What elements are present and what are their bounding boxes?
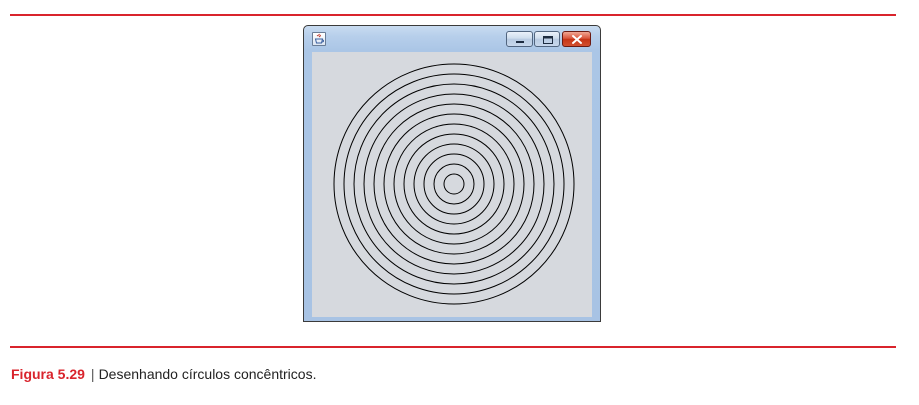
app-window[interactable] bbox=[303, 25, 601, 322]
circle-3 bbox=[423, 153, 485, 215]
close-button[interactable] bbox=[562, 31, 591, 47]
concentric-circles bbox=[333, 63, 575, 305]
minimize-button[interactable] bbox=[506, 31, 533, 47]
figure-label: Figura 5.29 bbox=[11, 366, 85, 382]
circle-12 bbox=[333, 63, 575, 305]
circle-8 bbox=[373, 103, 535, 265]
caption-text: Desenhando círculos concêntricos. bbox=[98, 366, 317, 382]
title-bar[interactable] bbox=[304, 26, 600, 52]
circle-4 bbox=[413, 143, 495, 225]
maximize-button[interactable] bbox=[534, 31, 560, 47]
circle-1 bbox=[443, 173, 465, 195]
bottom-rule bbox=[10, 346, 896, 348]
circle-7 bbox=[383, 113, 525, 255]
drawing-panel bbox=[312, 52, 592, 317]
figure-caption: Figura 5.29 | Desenhando círculos concêntr… bbox=[11, 366, 316, 382]
circle-5 bbox=[403, 133, 505, 235]
circle-2 bbox=[433, 163, 475, 205]
java-app-icon[interactable] bbox=[312, 32, 326, 46]
caption-separator: | bbox=[90, 366, 95, 382]
circle-6 bbox=[393, 123, 515, 245]
circle-11 bbox=[343, 73, 565, 295]
top-rule bbox=[10, 14, 896, 16]
circle-9 bbox=[363, 93, 545, 275]
